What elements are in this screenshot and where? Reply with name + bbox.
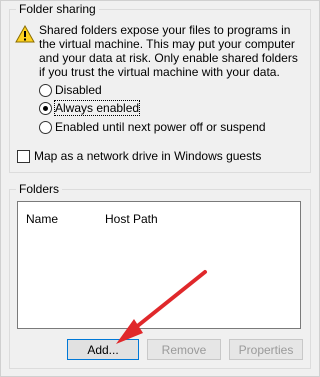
folders-list[interactable]: Name Host Path xyxy=(17,201,301,329)
column-header-host-path[interactable]: Host Path xyxy=(105,212,158,226)
folder-sharing-legend: Folder sharing xyxy=(16,2,99,16)
settings-panel: Folder sharing Shared folders expose you… xyxy=(0,0,320,377)
properties-button[interactable]: Properties xyxy=(229,339,303,360)
checkbox-box[interactable] xyxy=(17,149,30,163)
radio-always-enabled-label: Always enabled xyxy=(53,100,141,116)
radio-disabled-label: Disabled xyxy=(55,83,102,97)
column-header-name[interactable]: Name xyxy=(26,212,58,226)
radio-circle[interactable] xyxy=(39,83,52,97)
map-network-drive-checkbox[interactable]: Map as a network drive in Windows guests xyxy=(17,149,261,163)
add-button[interactable]: Add... xyxy=(67,339,139,360)
radio-enabled-until-power-off[interactable]: Enabled until next power off or suspend xyxy=(39,120,266,134)
radio-circle-checked[interactable] xyxy=(39,101,52,115)
map-network-drive-label: Map as a network drive in Windows guests xyxy=(34,149,262,163)
radio-enabled-until-power-off-label: Enabled until next power off or suspend xyxy=(55,120,266,134)
radio-disabled[interactable]: Disabled xyxy=(39,83,102,97)
radio-circle[interactable] xyxy=(39,120,52,134)
warning-icon xyxy=(15,25,35,43)
warning-text: Shared folders expose your files to prog… xyxy=(39,23,298,79)
remove-button[interactable]: Remove xyxy=(147,339,221,360)
folders-legend: Folders xyxy=(16,182,63,196)
radio-always-enabled[interactable]: Always enabled xyxy=(39,100,141,116)
